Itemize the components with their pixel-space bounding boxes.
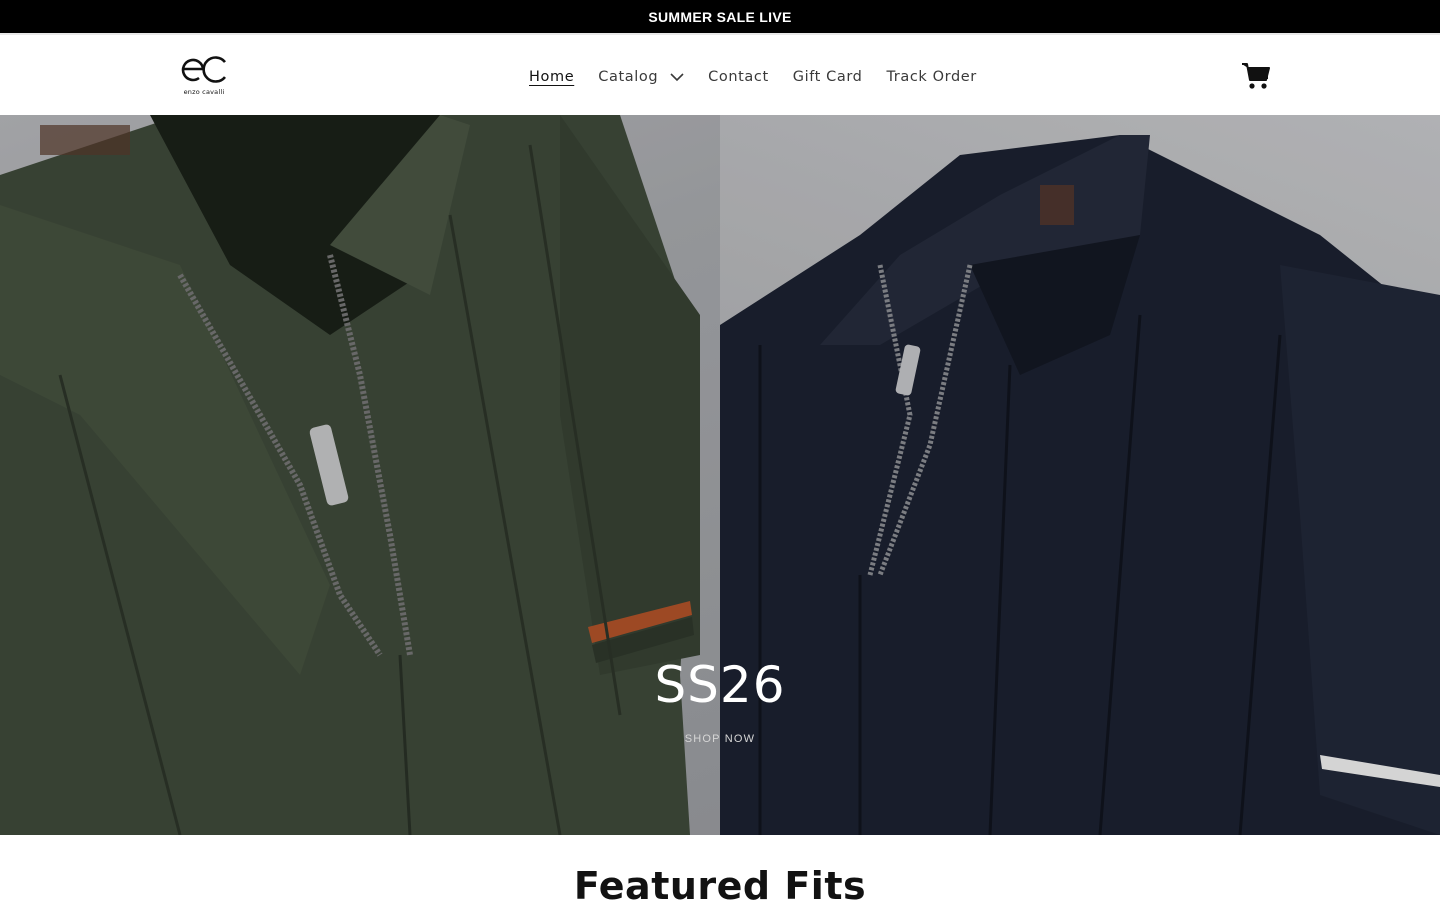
brand-logo[interactable]: enzo cavalli <box>178 49 230 101</box>
nav-home-label: Home <box>529 69 575 85</box>
nav-contact[interactable]: Contact <box>700 65 777 89</box>
nav-track-order-label: Track Order <box>886 69 977 85</box>
nav-contact-label: Contact <box>708 69 769 85</box>
nav-track-order[interactable]: Track Order <box>878 65 984 89</box>
site-header: enzo cavalli Home Catalog Contact Gift C… <box>0 35 1440 115</box>
shop-now-link[interactable]: SHOP NOW <box>685 733 756 745</box>
nav-catalog-label: Catalog <box>598 69 659 85</box>
announcement-text: SUMMER SALE LIVE <box>648 8 792 25</box>
nav-home[interactable]: Home <box>521 65 582 89</box>
announcement-bar: SUMMER SALE LIVE <box>0 0 1440 33</box>
cart-button[interactable] <box>1240 60 1272 92</box>
monogram-icon <box>181 56 227 83</box>
nav-catalog[interactable]: Catalog <box>590 65 692 89</box>
hero-title: SS26 <box>654 656 786 714</box>
featured-section: Featured Fits <box>0 835 1440 900</box>
featured-title: Featured Fits <box>573 864 867 900</box>
chevron-down-icon <box>670 73 684 82</box>
nav-gift-card-label: Gift Card <box>792 69 863 85</box>
brand-name: enzo cavalli <box>183 88 225 96</box>
nav-gift-card[interactable]: Gift Card <box>785 65 871 89</box>
cart-icon <box>1242 63 1270 89</box>
hero-content: SS26 SHOP NOW <box>0 655 1440 745</box>
main-nav: Home Catalog Contact Gift Card Track Ord… <box>521 65 993 89</box>
hero-banner[interactable]: SS26 SHOP NOW <box>0 115 1440 835</box>
